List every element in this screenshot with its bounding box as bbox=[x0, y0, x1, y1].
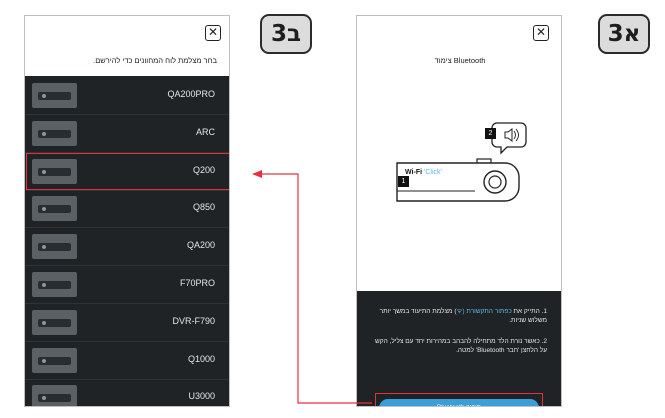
arrow-head bbox=[252, 170, 262, 178]
instruction-figure: 3ב 3א ✕ בחר מצלמת לוח המחוונים כדי להירש… bbox=[0, 0, 665, 418]
flow-arrow bbox=[252, 170, 372, 404]
